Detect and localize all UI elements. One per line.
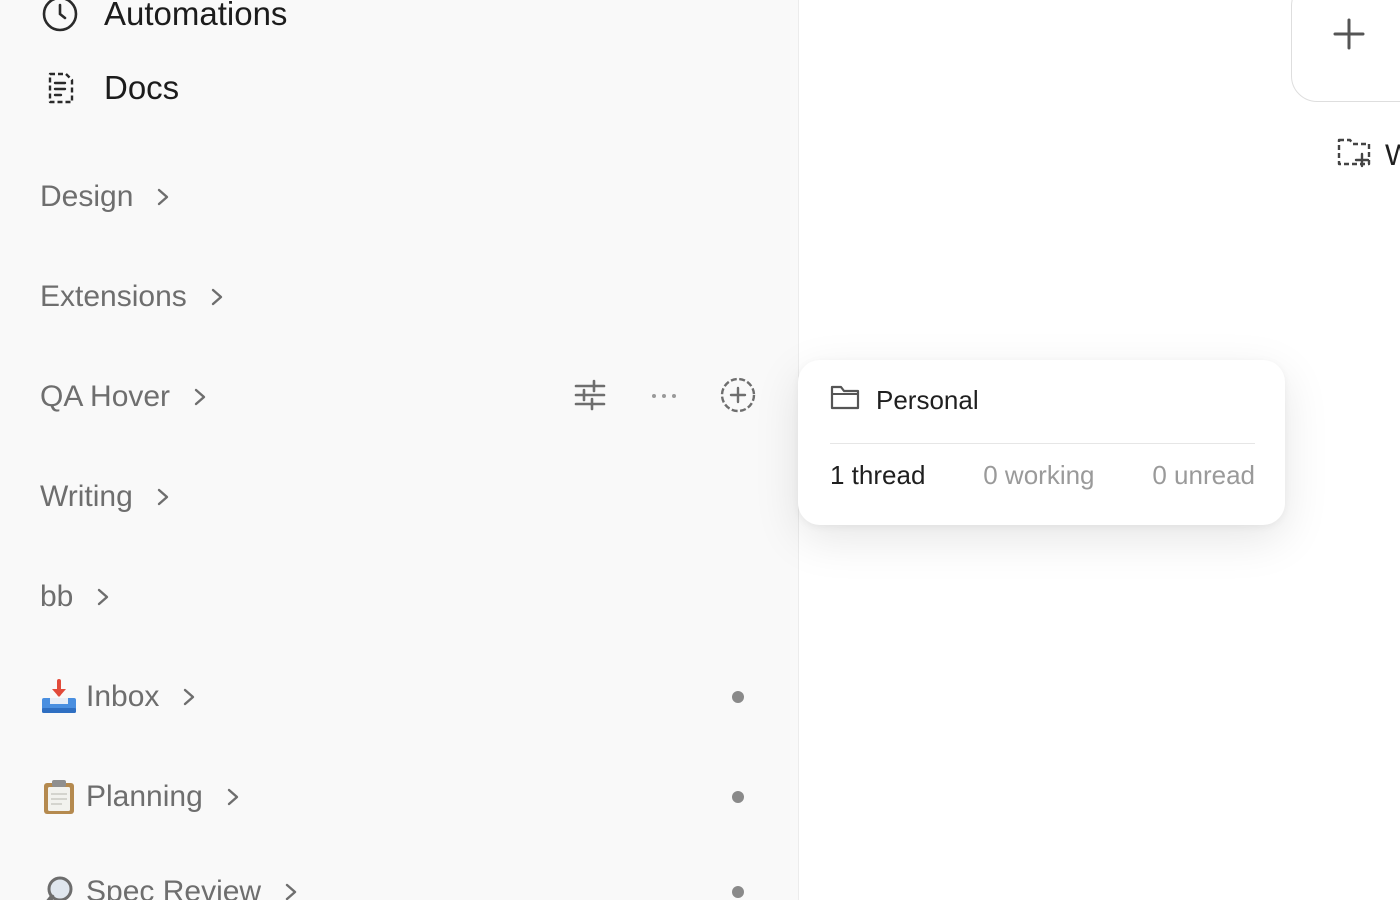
folder-plus-icon — [1335, 132, 1375, 180]
chevron-right-icon — [155, 186, 171, 208]
sliders-icon — [573, 378, 607, 417]
more-options-button[interactable] — [642, 375, 686, 419]
unread-dot — [732, 791, 744, 803]
chevron-right-icon — [181, 686, 197, 708]
folder-icon — [830, 384, 860, 417]
new-folder-label: W — [1385, 139, 1400, 172]
inbox-tray-icon — [40, 678, 78, 716]
hover-card-stats: 1 thread 0 working 0 unread — [830, 460, 1255, 491]
unread-count: 0 unread — [1152, 460, 1255, 490]
sidebar-item-label: Docs — [104, 69, 180, 106]
ellipsis-icon — [649, 388, 679, 406]
sidebar-group-writing[interactable]: Writing — [40, 469, 770, 525]
hover-card-title: Personal — [830, 384, 979, 417]
sidebar-group-design[interactable]: Design — [40, 169, 770, 225]
unread-dot — [732, 691, 744, 703]
sidebar-item-label: Automations — [104, 0, 288, 32]
group-actions — [538, 369, 760, 425]
chevron-right-icon — [192, 386, 208, 408]
group-label: Inbox — [86, 680, 160, 713]
docs-icon — [40, 68, 80, 108]
sidebar-item-automations[interactable]: Automations — [40, 0, 287, 38]
thread-count: 1 thread — [830, 460, 926, 490]
filter-settings-button[interactable] — [568, 375, 612, 419]
clock-icon — [40, 0, 80, 34]
group-label: bb — [40, 580, 74, 613]
folder-hover-card: Personal 1 thread 0 working 0 unread — [798, 360, 1285, 525]
add-circle-icon — [719, 376, 757, 419]
sidebar-group-inbox[interactable]: Inbox — [40, 669, 770, 725]
new-thread-button[interactable] — [716, 375, 760, 419]
sidebar: Automations Docs Design Extensions QA Ho… — [0, 0, 799, 900]
group-label: Planning — [86, 780, 203, 813]
group-label: Spec Review — [86, 875, 262, 900]
app-window: Automations Docs Design Extensions QA Ho… — [0, 0, 1400, 900]
working-count: 0 working — [983, 460, 1095, 490]
chevron-right-icon — [283, 881, 299, 900]
sidebar-group-planning[interactable]: Planning — [40, 769, 770, 825]
new-folder-button[interactable]: W — [1335, 132, 1400, 180]
chevron-right-icon — [225, 786, 241, 808]
group-label: QA Hover — [40, 380, 171, 413]
sidebar-group-spec-review[interactable]: Spec Review — [40, 864, 770, 900]
chevron-right-icon — [209, 286, 225, 308]
magnifier-icon — [40, 873, 78, 900]
group-label: Design — [40, 180, 134, 213]
sidebar-group-extensions[interactable]: Extensions — [40, 269, 770, 325]
plus-icon — [1332, 17, 1366, 56]
sidebar-group-bb[interactable]: bb — [40, 569, 770, 625]
sidebar-item-docs[interactable]: Docs — [40, 64, 179, 112]
group-label: Extensions — [40, 280, 187, 313]
chevron-right-icon — [95, 586, 111, 608]
group-label: Writing — [40, 480, 133, 513]
divider — [830, 443, 1255, 444]
add-project-button[interactable] — [1291, 0, 1400, 102]
hover-card-title-text: Personal — [876, 385, 979, 415]
clipboard-icon — [40, 778, 78, 816]
unread-dot — [732, 886, 744, 898]
chevron-right-icon — [155, 486, 171, 508]
sidebar-group-qa-hover[interactable]: QA Hover — [40, 369, 770, 425]
